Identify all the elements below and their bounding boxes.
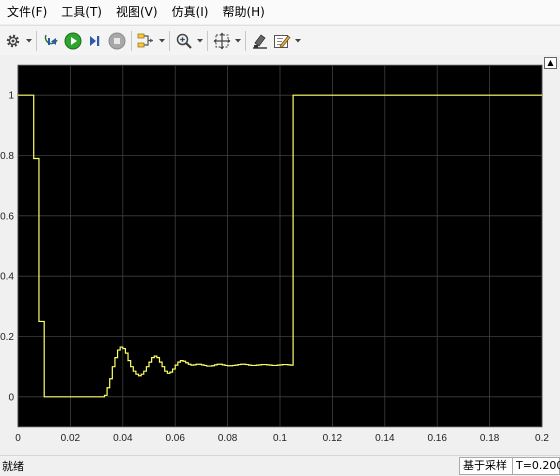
run-button[interactable] (62, 29, 84, 53)
signal-selector-dropdown[interactable] (157, 38, 166, 43)
autoscale-icon (213, 32, 231, 49)
menu-file[interactable]: 文件(F) (0, 0, 54, 24)
zoom-dropdown[interactable] (195, 38, 204, 43)
stop-button[interactable] (106, 29, 128, 53)
zoom-button[interactable] (173, 29, 195, 53)
signal-selector-icon (137, 33, 153, 47)
chevron-down-icon (234, 38, 241, 42)
sim-time: T=0.200 (512, 457, 560, 475)
step-back-icon (44, 34, 58, 45)
x-tick-label: 0.18 (480, 433, 500, 444)
menu-tools[interactable]: 工具(T) (54, 0, 109, 24)
y-tick-label: 0.2 (0, 332, 14, 343)
x-tick-label: 0.2 (535, 433, 549, 444)
signal-selector-button[interactable] (135, 29, 157, 53)
toolbar-separator (245, 30, 246, 51)
gear-icon (6, 34, 20, 47)
y-tick-label: 0.4 (0, 272, 14, 283)
y-tick-label: 0.6 (0, 211, 14, 222)
highlight-button[interactable] (249, 29, 271, 53)
chevron-down-icon (294, 38, 301, 42)
settings-dropdown[interactable] (24, 38, 33, 43)
autoscale-button[interactable] (211, 29, 233, 53)
stop-icon (108, 32, 126, 49)
menu-view[interactable]: 视图(V) (109, 0, 165, 24)
toolbar-separator (131, 30, 132, 51)
menu-help[interactable]: 帮助(H) (215, 0, 271, 24)
autoscale-dropdown[interactable] (233, 38, 242, 43)
menu-bar: 文件(F) 工具(T) 视图(V) 仿真(I) 帮助(H) (0, 0, 560, 24)
chevron-down-icon (196, 38, 203, 42)
toolbar-separator (169, 30, 170, 51)
x-tick-label: 0.04 (113, 433, 133, 444)
toolbar-separator (207, 30, 208, 51)
toolbar-separator (36, 30, 37, 51)
highlight-icon (253, 33, 267, 49)
toolbar (0, 25, 560, 56)
step-forward-button[interactable] (84, 29, 106, 53)
x-tick-label: 0 (15, 433, 21, 444)
y-tick-label: 0 (8, 392, 14, 403)
settings-button[interactable] (2, 29, 24, 53)
scope-display: 0 0.2 0.4 0.6 0.8 1 0 0.02 0.04 0.06 0.08 0.1 0.12 0… (0, 55, 560, 455)
x-tick-label: 0.1 (273, 433, 287, 444)
x-tick-label: 0.16 (427, 433, 447, 444)
status-bar: 就绪 基于采样 T=0.200 (0, 455, 560, 476)
x-tick-label: 0.08 (218, 433, 238, 444)
x-tick-labels: 0 0.02 0.04 0.06 0.08 0.1 0.12 0.14 0.16 0.18 0.2 (15, 433, 549, 444)
x-tick-label: 0.12 (323, 433, 343, 444)
step-back-button[interactable] (40, 29, 62, 53)
run-icon (64, 32, 82, 49)
y-tick-label: 0.8 (0, 151, 14, 162)
zoom-icon (176, 33, 192, 49)
step-forward-icon (90, 35, 100, 46)
style-button[interactable] (271, 29, 293, 53)
x-tick-label: 0.06 (165, 433, 185, 444)
scope-plot[interactable]: 00.20.40.60.81 0 0.02 0.04 0.06 0.08 0.1 0.12 0… (0, 55, 560, 455)
x-tick-label: 0.02 (61, 433, 81, 444)
undock-icon[interactable]: ▲ (544, 57, 557, 69)
x-tick-label: 0.14 (375, 433, 395, 444)
menu-simulation[interactable]: 仿真(I) (165, 0, 216, 24)
chevron-down-icon (158, 38, 165, 42)
sampling-mode: 基于采样 (459, 457, 513, 475)
y-tick-label: 1 (8, 91, 14, 102)
status-text: 就绪 (2, 460, 24, 473)
style-dropdown[interactable] (293, 38, 302, 43)
chevron-down-icon (25, 38, 32, 42)
style-icon (274, 34, 291, 48)
y-tick-labels: 0 0.2 0.4 0.6 0.8 1 (0, 91, 14, 404)
